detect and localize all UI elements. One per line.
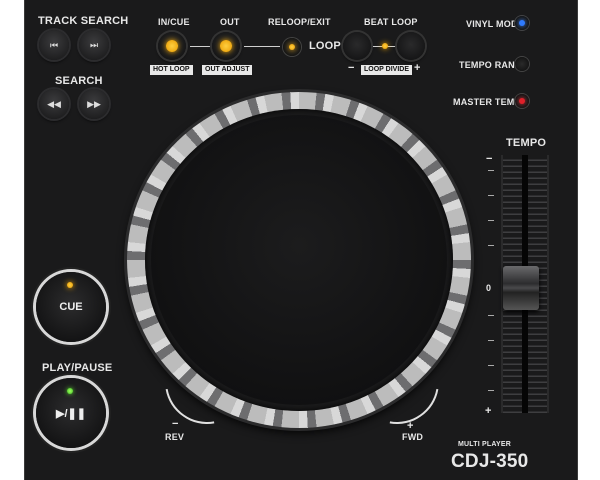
search-fwd-icon: ▶▶ [87,98,101,109]
tempo-range-button[interactable] [515,57,529,71]
fader-tick [488,195,494,196]
reloop-led [289,44,295,50]
in-cue-label: IN/CUE [158,17,190,27]
beat-loop-led [382,43,388,49]
search-rev-button[interactable]: ◀◀ [39,89,69,119]
fader-tick [488,315,494,316]
model-name: CDJ-350 [451,451,529,472]
cue-label: CUE [59,301,83,313]
fader-tick [488,390,494,391]
master-tempo-led [519,98,525,104]
hot-loop-label: HOT LOOP [150,65,193,75]
loop-divide-label: LOOP DIVIDE [361,65,412,75]
reloop-exit-button[interactable] [283,38,301,56]
fader-tick [488,220,494,221]
tempo-label: TEMPO [506,137,547,149]
vinyl-mode-button[interactable] [515,16,529,30]
beat-loop-minus-button[interactable] [343,32,371,60]
fwd-label: FWD [402,432,424,442]
loop-connector-line [190,46,210,47]
reloop-exit-label: RELOOP/EXIT [268,17,331,27]
play-pause-label: PLAY/PAUSE [42,362,113,374]
search-rev-icon: ◀◀ [47,98,61,109]
fader-minus: − [486,153,493,165]
out-label: OUT [220,17,240,27]
beat-loop-plus-button[interactable] [397,32,425,60]
track-search-label: TRACK SEARCH [38,15,129,27]
fader-zero: 0 [486,283,492,293]
play-pause-button[interactable]: ▶/❚❚ [36,378,106,448]
search-fwd-button[interactable]: ▶▶ [79,89,109,119]
in-cue-button[interactable] [158,32,186,60]
rev-sign: − [172,418,179,430]
cue-button[interactable]: CUE [36,272,106,342]
out-adjust-label: OUT ADJUST [202,65,253,75]
fader-tick [488,340,494,341]
fader-tick [488,170,494,171]
loop-label: LOOP [309,40,341,52]
master-tempo-button[interactable] [515,94,529,108]
rev-label: REV [165,432,185,442]
in-cue-led [166,40,178,52]
vinyl-mode-led [519,20,525,26]
out-led [220,40,232,52]
track-prev-button[interactable]: ⏮ [39,30,69,60]
track-next-icon: ⏭ [89,39,99,50]
loop-divide-plus: + [414,62,421,74]
out-button[interactable] [212,32,240,60]
fader-plus: + [485,405,492,417]
track-prev-icon: ⏮ [49,39,59,50]
loop-divide-minus: − [348,62,355,74]
play-led [67,388,73,394]
fwd-sign: + [407,420,414,432]
multi-player-label: MULTI PLAYER [458,441,511,448]
loop-connector-line [244,46,280,47]
play-pause-icon: ▶/❚❚ [56,407,86,420]
fader-tick [488,245,494,246]
cue-led [67,282,73,288]
fader-tick [488,365,494,366]
search-label: SEARCH [55,75,103,87]
tempo-fader-handle[interactable] [503,266,539,310]
beat-loop-label: BEAT LOOP [364,17,418,27]
track-next-button[interactable]: ⏭ [79,30,109,60]
